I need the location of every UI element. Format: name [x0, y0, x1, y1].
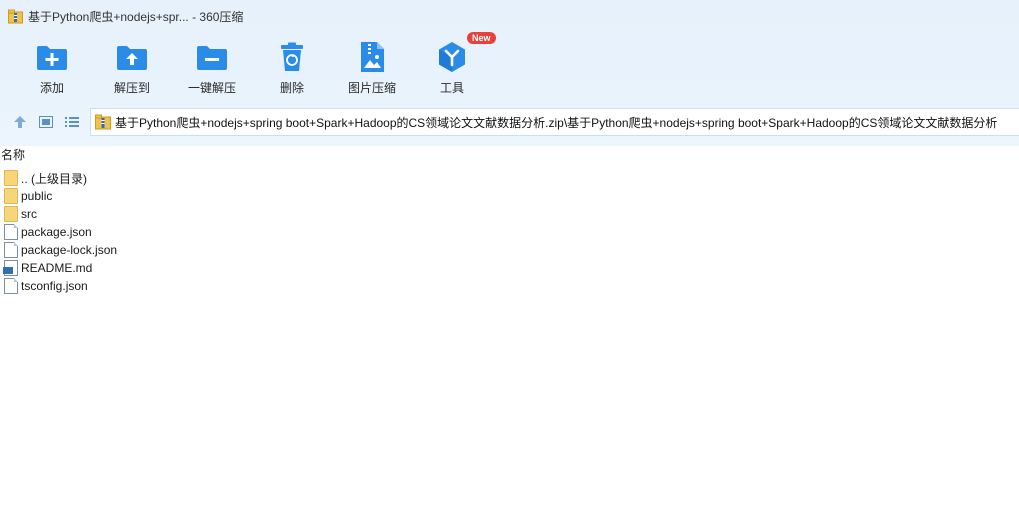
- file-list: .. (上级目录) public src package.json packag…: [0, 169, 1019, 295]
- zip-archive-icon: [95, 114, 111, 130]
- image-compress-icon: [355, 40, 389, 74]
- delete-button[interactable]: 删除: [252, 36, 332, 98]
- one-click-extract-label: 一键解压: [187, 81, 236, 95]
- tools-icon: [435, 40, 469, 74]
- folder-icon: [4, 206, 18, 222]
- list-item-label: public: [21, 189, 53, 203]
- trash-icon: [275, 40, 309, 74]
- column-header-name[interactable]: 名称: [0, 146, 1019, 165]
- extract-to-icon: [115, 40, 149, 74]
- delete-label: 删除: [279, 81, 304, 95]
- new-badge: New: [467, 32, 496, 44]
- add-folder-icon: [35, 40, 69, 74]
- title-bar: 基于Python爬虫+nodejs+spr... - 360压缩: [0, 0, 1019, 32]
- thumbnail-view-icon[interactable]: [38, 114, 54, 130]
- list-item-label: src: [21, 207, 37, 221]
- extract-to-label: 解压到: [113, 81, 150, 95]
- file-icon: [4, 242, 18, 258]
- list-item-label: .. (上级目录): [21, 171, 87, 186]
- markdown-file-icon: [3, 260, 18, 276]
- archive-icon: [8, 9, 23, 24]
- toolbar: 添加 解压到 一键解压 删除 图片压缩 New 工具: [12, 32, 496, 98]
- list-item-package-json[interactable]: package.json: [0, 223, 1019, 241]
- list-item-src[interactable]: src: [0, 205, 1019, 223]
- folder-icon: [4, 188, 18, 204]
- address-row: 基于Python爬虫+nodejs+spring boot+Spark+Hado…: [0, 106, 1019, 138]
- address-path: 基于Python爬虫+nodejs+spring boot+Spark+Hado…: [115, 115, 998, 130]
- extract-to-button[interactable]: 解压到: [92, 36, 172, 98]
- list-item-parent-directory[interactable]: .. (上级目录): [0, 169, 1019, 187]
- list-item-label: package.json: [21, 225, 92, 239]
- list-item-label: README.md: [21, 261, 93, 275]
- list-item-package-lock-json[interactable]: package-lock.json: [0, 241, 1019, 259]
- list-item-tsconfig-json[interactable]: tsconfig.json: [0, 277, 1019, 295]
- image-compress-label: 图片压缩: [347, 81, 396, 95]
- folder-icon: [4, 170, 18, 186]
- list-view-icon[interactable]: [64, 114, 80, 130]
- image-compress-button[interactable]: 图片压缩: [332, 36, 412, 98]
- address-bar[interactable]: 基于Python爬虫+nodejs+spring boot+Spark+Hado…: [90, 108, 1019, 136]
- file-icon: [4, 278, 18, 294]
- list-item-public[interactable]: public: [0, 187, 1019, 205]
- one-click-extract-icon: [195, 40, 229, 74]
- one-click-extract-button[interactable]: 一键解压: [172, 36, 252, 98]
- file-icon: [4, 224, 18, 240]
- list-item-label: tsconfig.json: [21, 279, 88, 293]
- add-label: 添加: [39, 81, 64, 95]
- list-item-label: package-lock.json: [21, 243, 118, 257]
- tools-label: 工具: [439, 81, 464, 95]
- up-arrow-icon[interactable]: [12, 114, 28, 130]
- tools-button[interactable]: New 工具: [412, 32, 496, 98]
- add-button[interactable]: 添加: [12, 36, 92, 98]
- list-item-readme[interactable]: README.md: [0, 259, 1019, 277]
- window-title: 基于Python爬虫+nodejs+spr... - 360压缩: [28, 9, 244, 24]
